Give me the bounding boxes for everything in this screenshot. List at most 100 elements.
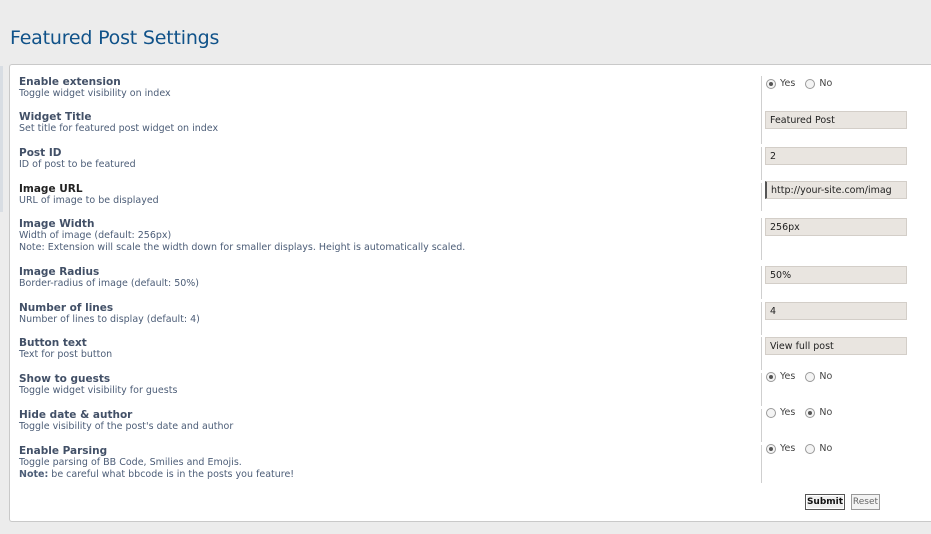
note-text: be careful what bbcode is in the posts y… [48,469,295,480]
setting-label: Image Width Width of image (default: 256… [19,218,759,254]
widget-title-input[interactable]: Featured Post [765,111,907,129]
radio-label-no: No [819,443,833,454]
setting-label: Post ID ID of post to be featured [19,147,759,171]
radio-label-no: No [819,371,833,382]
post-id-control: 2 [765,147,907,165]
number-of-lines-input[interactable]: 4 [765,302,907,320]
enable-parsing-no-option[interactable]: No [805,443,832,454]
radio-button[interactable] [805,371,816,382]
widget-title-control: Featured Post [765,111,907,129]
radio-label-yes: Yes [780,78,796,89]
setting-description: ID of post to be featured [19,159,136,170]
setting-description: Set title for featured post widget on in… [19,123,219,134]
setting-title: Show to guests [19,373,111,385]
setting-title: Hide date & author [19,409,133,421]
show-to-guests-yes-option[interactable]: Yes [766,371,795,382]
column-divider [761,147,762,180]
image-url-control: http://your-site.com/imag [765,181,907,199]
setting-description: Border-radius of image (default: 50%) [19,278,200,289]
radio-button-checked[interactable] [766,78,776,89]
radio-label-no: No [819,78,833,89]
show-to-guests-radio-group: Yes No [766,371,842,382]
radio-button-checked[interactable] [766,371,776,382]
column-divider [761,183,762,211]
setting-row-enable-parsing: Enable Parsing Toggle parsing of BB Code… [10,443,931,485]
setting-description: Text for post button [19,349,113,360]
hide-date-author-no-option[interactable]: No [805,407,832,418]
setting-description: Toggle visibility of the post's date and… [19,421,234,432]
setting-description: Number of lines to display (default: 4) [19,314,200,325]
column-divider [761,409,762,442]
setting-row-image-radius: Image Radius Border-radius of image (def… [10,266,931,302]
settings-panel: Enable extension Toggle widget visibilit… [9,64,931,522]
radio-button-checked[interactable] [805,407,816,418]
setting-row-enable-extension: Enable extension Toggle widget visibilit… [10,76,931,112]
radio-label-no: No [819,407,833,418]
setting-label: Hide date & author Toggle visibility of … [19,409,759,433]
setting-row-post-id: Post ID ID of post to be featured 2 [10,147,931,183]
setting-row-show-to-guests: Show to guests Toggle widget visibility … [10,371,931,409]
setting-description: Toggle widget visibility for guests [19,385,178,396]
image-radius-input[interactable]: 50% [765,266,907,284]
button-text-input[interactable]: View full post [765,337,907,355]
button-text-control: View full post [765,337,907,355]
setting-label: Show to guests Toggle widget visibility … [19,373,759,397]
number-of-lines-control: 4 [765,302,907,320]
setting-row-widget-title: Widget Title Set title for featured post… [10,111,931,147]
setting-description: Toggle parsing of BB Code, Smilies and E… [19,457,242,468]
page-title: Featured Post Settings [10,27,220,49]
column-divider [761,337,762,370]
setting-label: Image URL URL of image to be displayed [19,183,759,207]
image-width-input[interactable]: 256px [765,218,907,236]
setting-label: Widget Title Set title for featured post… [19,111,759,135]
setting-description: Toggle widget visibility on index [19,88,171,99]
image-width-control: 256px [765,218,907,236]
radio-label-yes: Yes [780,371,796,382]
setting-description: Width of image (default: 256px) [19,230,172,241]
enable-extension-no-option[interactable]: No [805,78,832,89]
radio-label-yes: Yes [780,443,796,454]
setting-row-button-text: Button text Text for post button View fu… [10,337,931,373]
radio-button[interactable] [805,443,816,454]
setting-title: Image Radius [19,266,100,278]
setting-label: Number of lines Number of lines to displ… [19,302,759,326]
column-divider [761,76,762,111]
setting-label: Enable extension Toggle widget visibilit… [19,76,759,100]
show-to-guests-no-option[interactable]: No [805,371,832,382]
hide-date-author-radio-group: Yes No [766,407,842,418]
reset-button[interactable]: Reset [851,494,880,510]
setting-title: Number of lines [19,302,114,314]
setting-note: Note: Extension will scale the width dow… [19,242,466,253]
submit-button[interactable]: Submit [805,494,845,510]
column-divider [761,445,762,483]
column-divider [761,218,762,260]
setting-label: Button text Text for post button [19,337,759,361]
setting-title: Image URL [19,183,83,195]
enable-parsing-yes-option[interactable]: Yes [766,443,795,454]
post-id-input[interactable]: 2 [765,147,907,165]
setting-row-hide-date-author: Hide date & author Toggle visibility of … [10,407,931,445]
enable-extension-yes-option[interactable]: Yes [766,78,795,89]
radio-button-checked[interactable] [766,443,776,454]
left-edge-strip [0,66,3,212]
setting-title: Image Width [19,218,95,230]
column-divider [761,111,762,144]
setting-note: Note: be careful what bbcode is in the p… [19,469,759,481]
setting-title: Button text [19,337,87,349]
radio-button[interactable] [805,78,816,89]
column-divider [761,302,762,335]
radio-label-yes: Yes [780,407,796,418]
setting-title: Widget Title [19,111,92,123]
hide-date-author-yes-option[interactable]: Yes [766,407,795,418]
image-url-input[interactable]: http://your-site.com/imag [765,181,907,199]
setting-row-image-width: Image Width Width of image (default: 256… [10,218,931,264]
radio-button[interactable] [766,407,776,418]
setting-label: Image Radius Border-radius of image (def… [19,266,759,290]
setting-row-image-url: Image URL URL of image to be displayed h… [10,181,931,219]
setting-label: Enable Parsing Toggle parsing of BB Code… [19,445,759,481]
enable-extension-radio-group: Yes No [766,78,842,89]
setting-row-number-of-lines: Number of lines Number of lines to displ… [10,302,931,338]
setting-title: Enable Parsing [19,445,108,457]
setting-description: URL of image to be displayed [19,195,159,206]
column-divider [761,266,762,299]
